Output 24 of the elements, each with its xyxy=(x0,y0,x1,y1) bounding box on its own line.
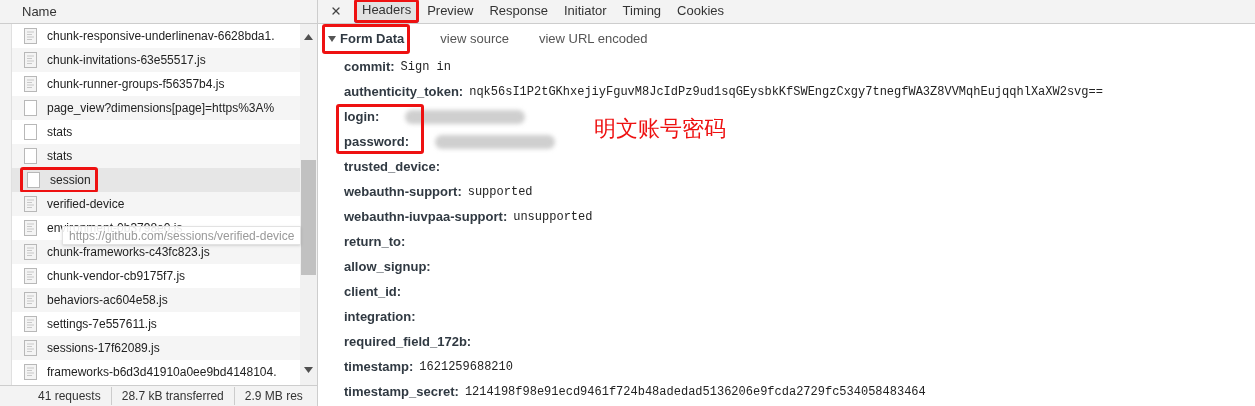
status-text: 28.7 kB transferred xyxy=(110,387,234,405)
field-value: Sign in xyxy=(400,58,451,76)
field-name: return_to: xyxy=(344,232,406,251)
field-name: commit: xyxy=(344,57,395,76)
field-value: nqk56sI1P2tGKhxejiyFguvM8JcIdPz9ud1sqGEysbkKfSWEngzCxgy7tnegfWA3Z8VVMqhEujqqhlXaXW2svg== xyxy=(469,83,1103,101)
annotation-text: 明文账号密码 xyxy=(594,115,726,143)
field-name: authenticity_token: xyxy=(344,82,464,101)
field-value: unsupported xyxy=(513,208,593,226)
field-name: timestamp_secret: xyxy=(344,382,459,401)
field-name: integration: xyxy=(344,307,416,326)
field-name: allow_signup: xyxy=(344,257,431,276)
field-value: supported xyxy=(467,183,533,201)
status-text: 2.9 MB res xyxy=(233,387,313,405)
field-value: 1621259688210 xyxy=(419,358,513,376)
field-value: 1214198f98e91ecd9461f724b48adedad5136206e9fcda2729fc534058483464 xyxy=(464,383,926,401)
field-name: trusted_device: xyxy=(344,157,441,176)
field-name: required_field_172b: xyxy=(344,332,472,351)
field-name: client_id: xyxy=(344,282,402,301)
field-name: webauthn-iuvpaa-support: xyxy=(344,207,508,226)
status-text: 41 requests xyxy=(37,388,102,405)
field-name: timestamp: xyxy=(344,357,414,376)
field-name: password: xyxy=(344,132,409,151)
field-name: webauthn-support: xyxy=(344,182,462,201)
field-name: login: xyxy=(344,107,380,126)
